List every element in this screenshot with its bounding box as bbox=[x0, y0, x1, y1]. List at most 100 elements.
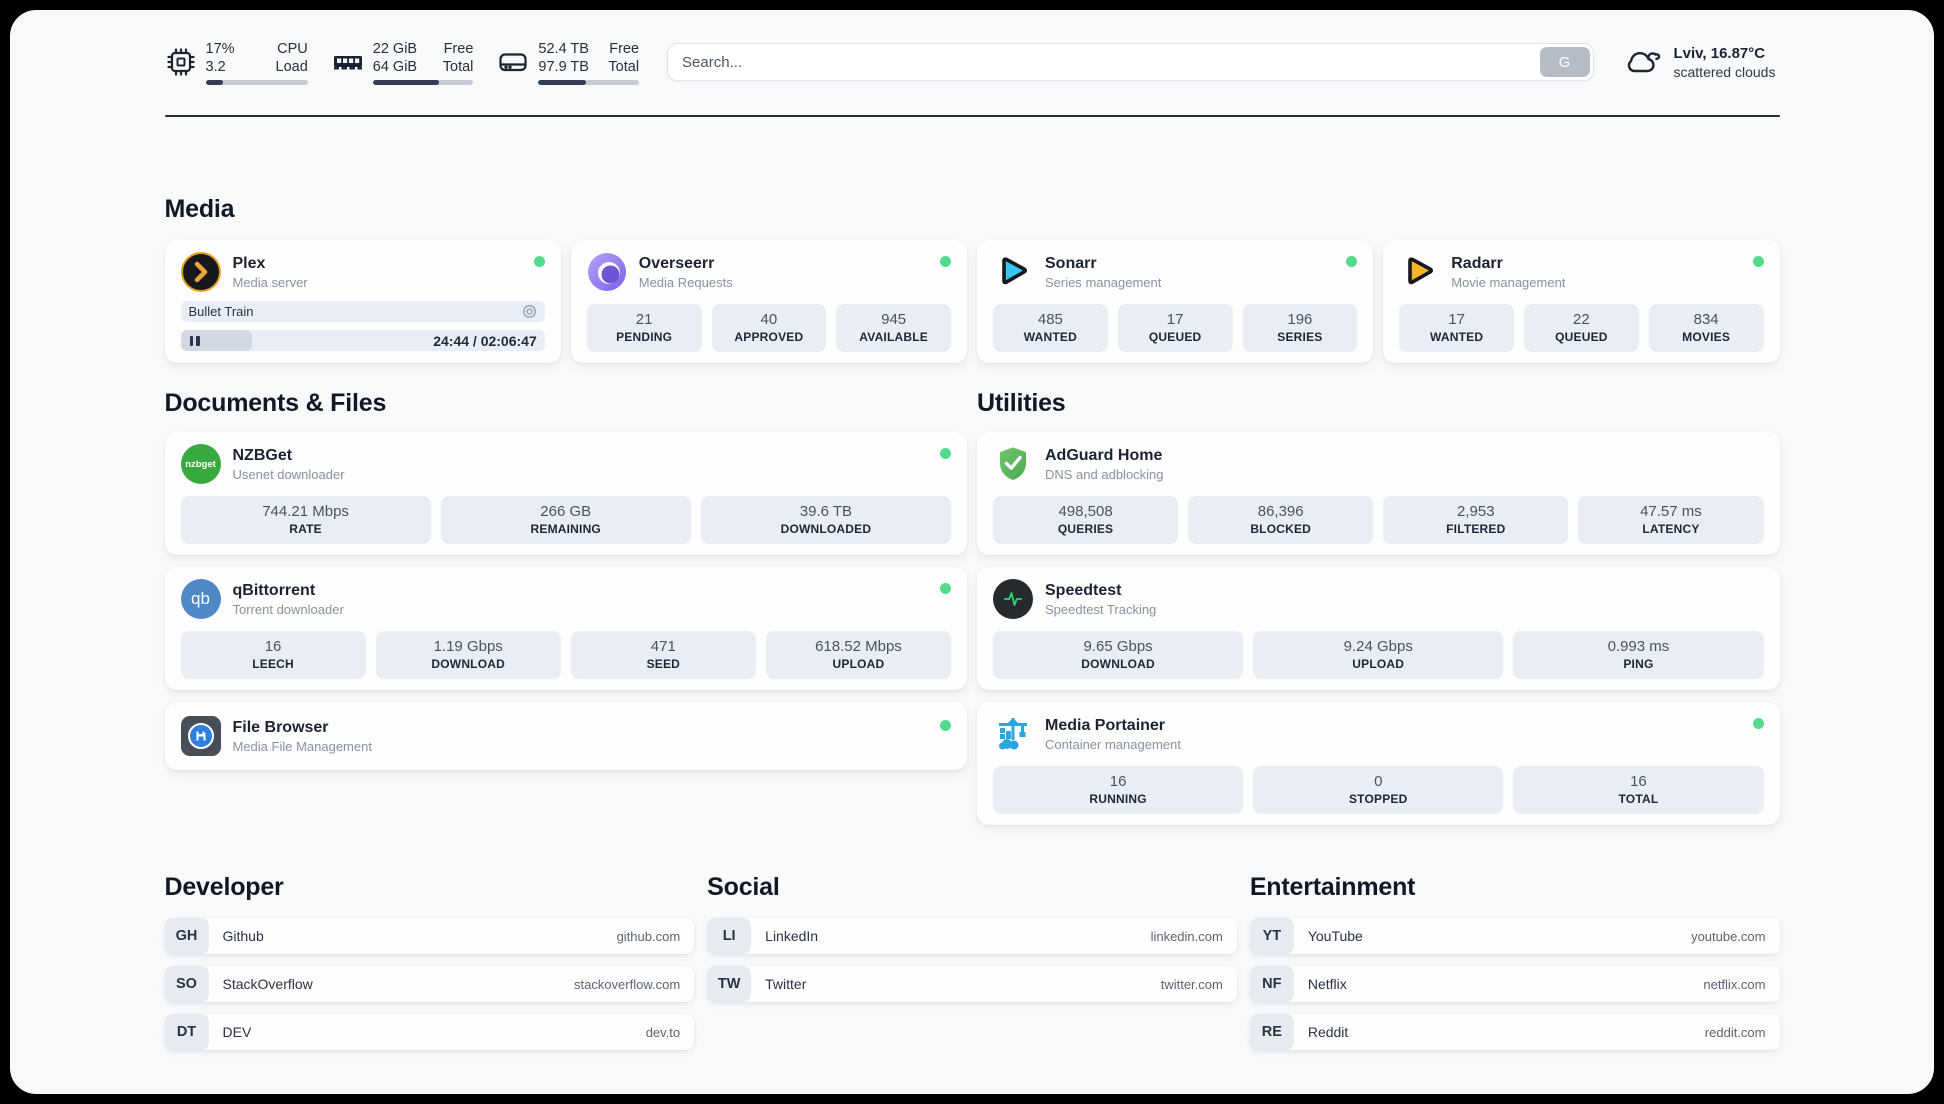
section-title-entertainment: Entertainment bbox=[1249, 873, 1416, 901]
disk-free-label: Free bbox=[609, 40, 640, 57]
ram-total-label: Total bbox=[442, 58, 474, 75]
stat-available: 945 AVAILABLE bbox=[836, 304, 951, 352]
status-dot bbox=[940, 720, 951, 731]
adguard-icon bbox=[993, 444, 1033, 484]
disk-icon bbox=[497, 46, 529, 78]
app-subtitle: Media server bbox=[232, 274, 308, 290]
app-subtitle: Media File Management bbox=[232, 738, 372, 754]
app-subtitle: Usenet downloader bbox=[232, 466, 345, 482]
ram-free-value: 22 GiB bbox=[372, 40, 418, 57]
link-abbr: DT bbox=[164, 1014, 209, 1050]
link-dev[interactable]: DT DEV dev.to bbox=[164, 1014, 695, 1050]
stat-blocked: 86,396 BLOCKED bbox=[1188, 496, 1374, 544]
app-name: Media Portainer bbox=[1045, 716, 1166, 734]
weather-summary: Lviv, 16.87°C bbox=[1673, 44, 1766, 62]
app-card-portainer[interactable]: Media Portainer Container management 16 R… bbox=[977, 702, 1780, 825]
radarr-icon bbox=[1399, 252, 1439, 292]
cpu-usage-label: CPU bbox=[277, 40, 308, 57]
stat-upload: 9.24 Gbps UPLOAD bbox=[1253, 631, 1504, 679]
link-abbr: TW bbox=[707, 966, 752, 1002]
link-name: DEV bbox=[222, 1024, 252, 1040]
link-abbr: YT bbox=[1249, 918, 1294, 954]
link-domain: dev.to bbox=[645, 1024, 681, 1040]
link-name: Twitter bbox=[765, 976, 807, 992]
stat-wanted: 17 WANTED bbox=[1399, 304, 1514, 352]
cloud-icon bbox=[1622, 42, 1662, 82]
link-netflix[interactable]: NF Netflix netflix.com bbox=[1249, 966, 1780, 1002]
stat-pending: 21 PENDING bbox=[586, 304, 702, 352]
link-name: Github bbox=[222, 928, 264, 944]
link-domain: stackoverflow.com bbox=[573, 976, 681, 992]
link-stackoverflow[interactable]: SO StackOverflow stackoverflow.com bbox=[164, 966, 695, 1002]
link-github[interactable]: GH Github github.com bbox=[164, 918, 695, 954]
stat-movies: 834 MOVIES bbox=[1648, 304, 1764, 352]
link-domain: linkedin.com bbox=[1150, 928, 1223, 944]
app-card-plex[interactable]: Plex Media server Bullet Train 24:44 / 0… bbox=[164, 240, 561, 363]
stat-seed: 471 SEED bbox=[570, 631, 756, 679]
link-domain: netflix.com bbox=[1703, 976, 1766, 992]
pause-button[interactable] bbox=[189, 335, 200, 346]
status-dot bbox=[1346, 256, 1358, 267]
playback-time: 24:44 / 02:06:47 bbox=[433, 332, 537, 349]
search-input[interactable] bbox=[667, 43, 1594, 81]
link-abbr: NF bbox=[1249, 966, 1294, 1002]
section-title-social: Social bbox=[707, 873, 780, 901]
stat-remaining: 266 GB REMAINING bbox=[440, 496, 691, 544]
app-name: Sonarr bbox=[1045, 254, 1097, 272]
app-card-filebrowser[interactable]: File Browser Media File Management bbox=[164, 702, 967, 770]
stat-download: 9.65 Gbps DOWNLOAD bbox=[993, 631, 1244, 679]
link-domain: reddit.com bbox=[1704, 1024, 1766, 1040]
search-bar: G bbox=[667, 43, 1594, 81]
search-engine-button[interactable]: G bbox=[1539, 47, 1590, 77]
app-card-overseerr[interactable]: Overseerr Media Requests 21 PENDING 40 APP… bbox=[570, 240, 967, 363]
top-bar: 17% 3.2 CPU Load 22 GiB 64 GiB Free Tota… bbox=[165, 37, 1780, 87]
link-abbr: GH bbox=[164, 918, 209, 954]
status-dot bbox=[1752, 256, 1764, 267]
stat-upload: 618.52 Mbps UPLOAD bbox=[765, 631, 951, 679]
cpu-load-label: Load bbox=[275, 58, 308, 75]
link-reddit[interactable]: RE Reddit reddit.com bbox=[1249, 1014, 1780, 1050]
app-card-qbittorrent[interactable]: qb qBittorrent Torrent downloader 16 LEEC… bbox=[164, 567, 967, 690]
playback-progress: 24:44 / 02:06:47 bbox=[180, 330, 545, 351]
header-divider bbox=[164, 115, 1780, 117]
link-name: Netflix bbox=[1307, 976, 1347, 992]
ram-total-value: 64 GiB bbox=[372, 58, 418, 75]
link-linkedin[interactable]: LI LinkedIn linkedin.com bbox=[707, 918, 1237, 954]
app-name: NZBGet bbox=[232, 446, 293, 464]
app-card-speedtest[interactable]: Speedtest Speedtest Tracking 9.65 Gbps DO… bbox=[977, 567, 1780, 690]
disk-free-value: 52.4 TB bbox=[538, 40, 589, 57]
now-playing-row: Bullet Train bbox=[180, 301, 545, 322]
app-subtitle: DNS and adblocking bbox=[1045, 466, 1164, 482]
app-subtitle: Container management bbox=[1045, 736, 1181, 752]
session-icon bbox=[522, 304, 537, 319]
resource-monitor: 17% 3.2 CPU Load 22 GiB 64 GiB Free Tota… bbox=[165, 40, 640, 85]
link-abbr: SO bbox=[164, 966, 209, 1002]
app-subtitle: Torrent downloader bbox=[232, 601, 344, 617]
stat-running: 16 RUNNING bbox=[993, 766, 1244, 814]
stat-approved: 40 APPROVED bbox=[711, 304, 827, 352]
stat-wanted: 485 WANTED bbox=[993, 304, 1108, 352]
qbittorrent-icon: qb bbox=[180, 579, 221, 619]
stat-rate: 744.21 Mbps RATE bbox=[180, 496, 431, 544]
app-card-radarr[interactable]: Radarr Movie management 17 WANTED 22 QUEUE… bbox=[1383, 240, 1780, 363]
cpu-usage-value: 17% bbox=[205, 40, 235, 57]
stat-leech: 16 LEECH bbox=[180, 631, 366, 679]
stat-ping: 0.993 ms PING bbox=[1513, 631, 1764, 679]
app-subtitle: Series management bbox=[1045, 274, 1162, 290]
stat-queries: 498,508 QUERIES bbox=[993, 496, 1179, 544]
app-card-sonarr[interactable]: Sonarr Series management 485 WANTED 17 QUE… bbox=[977, 240, 1374, 363]
stat-series: 196 SERIES bbox=[1242, 304, 1358, 352]
app-card-adguard[interactable]: AdGuard Home DNS and adblocking 498,508 Q… bbox=[977, 432, 1780, 555]
portainer-icon bbox=[993, 714, 1033, 754]
link-youtube[interactable]: YT YouTube youtube.com bbox=[1249, 918, 1780, 954]
weather-condition: scattered clouds bbox=[1673, 63, 1776, 80]
plex-icon bbox=[180, 252, 221, 292]
status-dot bbox=[940, 256, 951, 267]
link-domain: twitter.com bbox=[1160, 976, 1223, 992]
link-twitter[interactable]: TW Twitter twitter.com bbox=[707, 966, 1237, 1002]
ram-stat: 22 GiB 64 GiB Free Total bbox=[332, 40, 474, 85]
stat-downloaded: 39.6 TB DOWNLOADED bbox=[700, 496, 951, 544]
weather-widget: Lviv, 16.87°C scattered clouds bbox=[1622, 42, 1780, 82]
stat-filtered: 2,953 FILTERED bbox=[1383, 496, 1569, 544]
app-card-nzbget[interactable]: nzbget NZBGet Usenet downloader 744.21 M… bbox=[164, 432, 967, 555]
